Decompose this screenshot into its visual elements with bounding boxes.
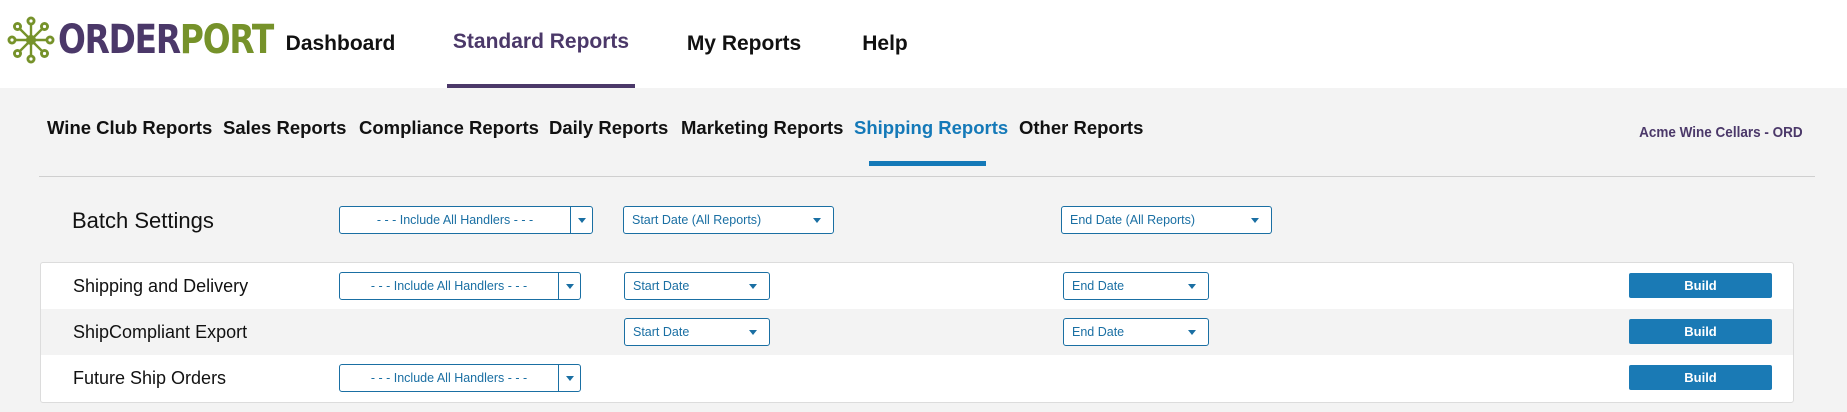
chevron-down-icon: [565, 375, 574, 381]
tab-sales-reports[interactable]: Sales Reports: [223, 117, 346, 139]
report-name: Shipping and Delivery: [73, 276, 249, 296]
report-handler-dropdown-button[interactable]: [558, 273, 580, 299]
chevron-down-icon: [565, 283, 574, 289]
report-start-date-value: Start Date: [633, 279, 690, 293]
table-row: Future Ship Orders - - - Include All Han…: [41, 355, 1793, 401]
nav-standard-reports[interactable]: Standard Reports: [447, 0, 635, 88]
tab-other-reports[interactable]: Other Reports: [1019, 117, 1143, 139]
build-button[interactable]: Build: [1629, 365, 1772, 390]
top-header: ORDERPORT Dashboard Standard Reports My …: [0, 0, 1847, 88]
batch-start-date-value: Start Date (All Reports): [632, 213, 762, 227]
batch-start-date-select[interactable]: Start Date (All Reports): [623, 206, 834, 234]
tab-wine-club-reports[interactable]: Wine Club Reports: [47, 117, 212, 139]
active-tab-indicator: [869, 161, 986, 166]
batch-end-date-value: End Date (All Reports): [1070, 213, 1196, 227]
report-handler-dropdown-button[interactable]: [558, 365, 580, 391]
chevron-down-icon: [1188, 329, 1196, 335]
logo-text-order: ORDER: [58, 17, 181, 63]
chevron-down-icon: [813, 217, 821, 223]
reports-table: Shipping and Delivery - - - Include All …: [40, 262, 1794, 403]
flower-logo-icon: [7, 16, 55, 64]
batch-handler-dropdown-button[interactable]: [570, 207, 592, 233]
nav-my-reports[interactable]: My Reports: [680, 0, 808, 88]
build-button[interactable]: Build: [1629, 319, 1772, 344]
report-handler-value: - - - Include All Handlers - - -: [370, 371, 528, 385]
orderport-logo[interactable]: ORDERPORT: [6, 14, 320, 66]
report-end-date-value: End Date: [1072, 279, 1125, 293]
chevron-down-icon: [749, 329, 757, 335]
report-name: ShipCompliant Export: [73, 322, 248, 342]
logo-wordmark: ORDERPORT: [58, 17, 274, 63]
tab-shipping-reports[interactable]: Shipping Reports: [854, 117, 1008, 139]
report-end-date-select[interactable]: End Date: [1063, 318, 1209, 346]
nav-dashboard[interactable]: Dashboard: [278, 0, 403, 88]
tab-marketing-reports[interactable]: Marketing Reports: [681, 117, 843, 139]
logo-text-port: PORT: [179, 17, 274, 63]
report-start-date-select[interactable]: Start Date: [624, 318, 770, 346]
batch-end-date-select[interactable]: End Date (All Reports): [1061, 206, 1272, 234]
table-row: ShipCompliant Export Start Date End Date…: [41, 309, 1793, 355]
report-end-date-select[interactable]: End Date: [1063, 272, 1209, 300]
batch-handler-value: - - - Include All Handlers - - -: [376, 213, 534, 227]
tabs-divider: [39, 176, 1815, 177]
nav-help[interactable]: Help: [854, 0, 916, 88]
report-end-date-value: End Date: [1072, 325, 1125, 339]
build-button[interactable]: Build: [1629, 273, 1772, 298]
table-row: Shipping and Delivery - - - Include All …: [41, 263, 1793, 309]
report-handler-value: - - - Include All Handlers - - -: [370, 279, 528, 293]
tab-daily-reports[interactable]: Daily Reports: [549, 117, 668, 139]
report-start-date-select[interactable]: Start Date: [624, 272, 770, 300]
batch-settings-label: Batch Settings: [72, 208, 214, 233]
chevron-down-icon: [577, 217, 586, 223]
report-handler-select[interactable]: - - - Include All Handlers - - -: [339, 272, 581, 300]
chevron-down-icon: [1188, 283, 1196, 289]
batch-handler-select[interactable]: - - - Include All Handlers - - -: [339, 206, 593, 234]
account-name: Acme Wine Cellars - ORD: [1639, 124, 1803, 141]
chevron-down-icon: [749, 283, 757, 289]
chevron-down-icon: [1251, 217, 1259, 223]
report-name: Future Ship Orders: [73, 368, 227, 388]
tab-compliance-reports[interactable]: Compliance Reports: [359, 117, 539, 139]
report-handler-select[interactable]: - - - Include All Handlers - - -: [339, 364, 581, 392]
report-start-date-value: Start Date: [633, 325, 690, 339]
